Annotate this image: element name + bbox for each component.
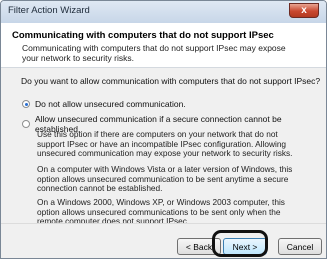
title-bar: Filter Action Wizard x bbox=[1, 1, 326, 24]
header-title: Communicating with computers that do not… bbox=[12, 30, 274, 41]
radio-button-checked[interactable] bbox=[22, 100, 30, 108]
info-paragraph-2: On a computer with Windows Vista or a la… bbox=[37, 164, 293, 194]
radio-option-disallow[interactable]: Do not allow unsecured communication. bbox=[22, 99, 186, 109]
close-icon: x bbox=[301, 5, 307, 16]
radio-button-unchecked[interactable] bbox=[22, 120, 30, 128]
radio-label-disallow[interactable]: Do not allow unsecured communication. bbox=[35, 99, 186, 109]
close-button[interactable]: x bbox=[289, 3, 319, 18]
info-paragraph-1: Use this option if there are computers o… bbox=[37, 129, 293, 159]
wizard-window: Filter Action Wizard x Communicating wit… bbox=[0, 0, 327, 259]
button-bar: < Back Next > Cancel bbox=[1, 223, 326, 258]
header-subtitle: Communicating with computers that do not… bbox=[22, 43, 286, 63]
window-title: Filter Action Wizard bbox=[8, 5, 90, 16]
wizard-body: Do you want to allow communication with … bbox=[1, 68, 326, 226]
next-button-highlight bbox=[212, 230, 268, 257]
question-text: Do you want to allow communication with … bbox=[21, 76, 321, 86]
cancel-button[interactable]: Cancel bbox=[278, 238, 322, 255]
wizard-header: Communicating with computers that do not… bbox=[1, 23, 326, 68]
